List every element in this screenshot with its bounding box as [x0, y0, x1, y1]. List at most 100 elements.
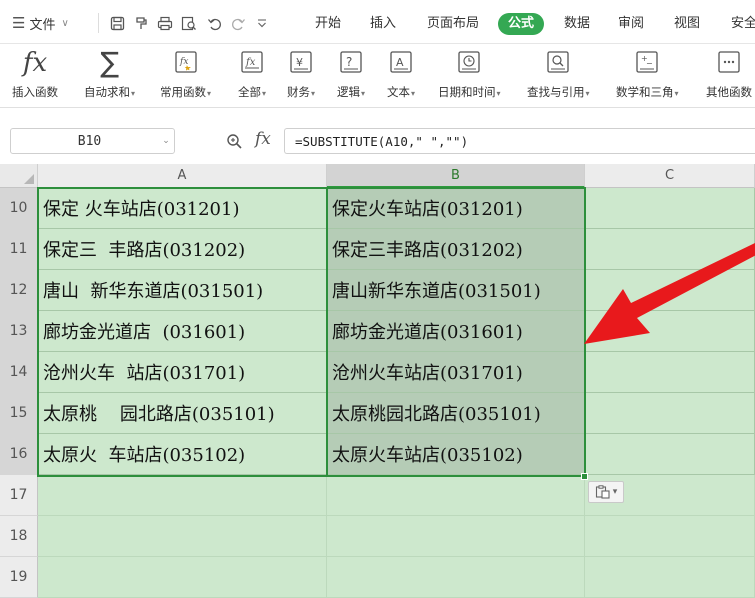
- cell-a12[interactable]: 唐山 新华东道店(031501): [38, 270, 327, 311]
- insert-function-button[interactable]: fx 插入函数: [12, 46, 58, 104]
- cell-c10[interactable]: [585, 188, 755, 229]
- text-button[interactable]: A 文本▾: [387, 46, 415, 104]
- file-menu[interactable]: ☰ 文件 ∨: [12, 12, 69, 34]
- cell-c14[interactable]: [585, 352, 755, 393]
- cell-c12[interactable]: [585, 270, 755, 311]
- select-all-corner[interactable]: [0, 164, 38, 188]
- row-header[interactable]: 14: [0, 352, 38, 393]
- other-functions-button[interactable]: 其他函数: [706, 46, 752, 104]
- chevron-down-icon[interactable]: ⌄: [158, 136, 174, 146]
- cell-b10[interactable]: 保定火车站店(031201): [327, 188, 585, 229]
- tab-page-layout[interactable]: 页面布局: [427, 13, 479, 35]
- ribbon-label: 常用函数▾: [160, 85, 212, 99]
- lookup-reference-button[interactable]: 查找与引用▾: [527, 46, 590, 104]
- cell-b15[interactable]: 太原桃园北路店(035101): [327, 393, 585, 434]
- ribbon-label: 查找与引用▾: [527, 85, 590, 99]
- cell-b16[interactable]: 太原火车站店(035102): [327, 434, 585, 475]
- svg-text:−: −: [646, 59, 653, 68]
- cell-c19[interactable]: [585, 557, 755, 598]
- finance-button[interactable]: ¥ 财务▾: [287, 46, 315, 104]
- formula-input[interactable]: =SUBSTITUTE(A10," ",""): [284, 128, 755, 154]
- print-icon[interactable]: [155, 12, 175, 34]
- cell-c15[interactable]: [585, 393, 755, 434]
- paste-options-icon: [595, 485, 610, 499]
- common-functions-button[interactable]: fx 常用函数▾: [160, 46, 211, 104]
- format-painter-icon[interactable]: [131, 12, 151, 34]
- svg-text:?: ?: [346, 55, 352, 69]
- menu-bar: ☰ 文件 ∨ 开始 插入 页面布局 公式 数据 审阅 视图 安全: [0, 0, 755, 44]
- tab-formulas[interactable]: 公式: [498, 13, 545, 35]
- cell-b18[interactable]: [327, 516, 585, 557]
- cell-a13[interactable]: 廊坊金光道店 (031601): [38, 311, 327, 352]
- paste-options-button[interactable]: ▾: [588, 481, 624, 503]
- tab-security[interactable]: 安全: [731, 13, 755, 35]
- all-functions-button[interactable]: fx 全部▾: [238, 46, 266, 104]
- cell-a15[interactable]: 太原桃 园北路店(035101): [38, 393, 327, 434]
- fill-handle[interactable]: [581, 473, 588, 480]
- cell-a19[interactable]: [38, 557, 327, 598]
- cell-c18[interactable]: [585, 516, 755, 557]
- cell-c11[interactable]: [585, 229, 755, 270]
- cell-a11[interactable]: 保定三 丰路店(031202): [38, 229, 327, 270]
- row-header[interactable]: 12: [0, 270, 38, 311]
- name-box-value: B10: [77, 133, 102, 149]
- ribbon-label: 日期和时间▾: [438, 85, 501, 99]
- row-header[interactable]: 19: [0, 557, 38, 598]
- svg-text:¥: ¥: [296, 56, 303, 69]
- datetime-icon: [457, 46, 481, 80]
- cell-b19[interactable]: [327, 557, 585, 598]
- fx-icon[interactable]: fx: [255, 129, 271, 149]
- cell-b11[interactable]: 保定三丰路店(031202): [327, 229, 585, 270]
- ribbon-label: 其他函数: [706, 85, 752, 99]
- column-header-c[interactable]: C: [585, 164, 755, 188]
- cell-b14[interactable]: 沧州火车站店(031701): [327, 352, 585, 393]
- cell-a16[interactable]: 太原火 车站店(035102): [38, 434, 327, 475]
- ribbon-label: 插入函数: [12, 85, 58, 99]
- divider: [98, 13, 99, 33]
- row-header[interactable]: 11: [0, 229, 38, 270]
- formula-bar-area: B10 ⌄ fx =SUBSTITUTE(A10," ",""): [0, 108, 755, 164]
- column-header-a[interactable]: A: [38, 164, 327, 188]
- cell-a14[interactable]: 沧州火车 站店(031701): [38, 352, 327, 393]
- undo-icon[interactable]: [204, 12, 224, 34]
- cell-a10[interactable]: 保定 火车站店(031201): [38, 188, 327, 229]
- row-header[interactable]: 15: [0, 393, 38, 434]
- row-header[interactable]: 13: [0, 311, 38, 352]
- zoom-magnifier-icon[interactable]: [226, 133, 243, 154]
- ribbon-label: 文本▾: [387, 85, 416, 99]
- autosum-button[interactable]: ∑ 自动求和▾: [84, 46, 135, 104]
- cell-b12[interactable]: 唐山新华东道店(031501): [327, 270, 585, 311]
- math-trig-button[interactable]: + − 数学和三角▾: [616, 46, 679, 104]
- datetime-button[interactable]: 日期和时间▾: [438, 46, 501, 104]
- name-box[interactable]: B10 ⌄: [10, 128, 175, 154]
- other-functions-icon: [717, 46, 741, 80]
- tab-view[interactable]: 视图: [674, 13, 700, 35]
- redo-icon[interactable]: [228, 12, 248, 34]
- customize-dropdown-icon[interactable]: [252, 12, 272, 34]
- ribbon-label: 数学和三角▾: [616, 85, 679, 99]
- cell-b17[interactable]: [327, 475, 585, 516]
- row-header[interactable]: 18: [0, 516, 38, 557]
- column-header-b[interactable]: B: [327, 164, 585, 188]
- row-header[interactable]: 17: [0, 475, 38, 516]
- tab-review[interactable]: 审阅: [618, 13, 644, 35]
- tab-data[interactable]: 数据: [564, 13, 590, 35]
- hamburger-icon: ☰: [12, 14, 26, 32]
- row-header[interactable]: 16: [0, 434, 38, 475]
- lookup-icon: [546, 46, 570, 80]
- tab-insert[interactable]: 插入: [370, 13, 396, 35]
- cell-c13[interactable]: [585, 311, 755, 352]
- formula-text: =SUBSTITUTE(A10," ",""): [295, 133, 469, 149]
- all-functions-icon: fx: [240, 46, 264, 80]
- svg-text:A: A: [396, 56, 404, 69]
- logic-button[interactable]: ? 逻辑▾: [337, 46, 365, 104]
- cell-a17[interactable]: [38, 475, 327, 516]
- cell-c16[interactable]: [585, 434, 755, 475]
- tab-home[interactable]: 开始: [315, 13, 341, 35]
- save-icon[interactable]: [107, 12, 127, 34]
- cell-b13[interactable]: 廊坊金光道店(031601): [327, 311, 585, 352]
- row-header[interactable]: 10: [0, 188, 38, 229]
- cell-a18[interactable]: [38, 516, 327, 557]
- print-preview-icon[interactable]: [179, 12, 199, 34]
- fx-icon: fx: [22, 48, 48, 78]
